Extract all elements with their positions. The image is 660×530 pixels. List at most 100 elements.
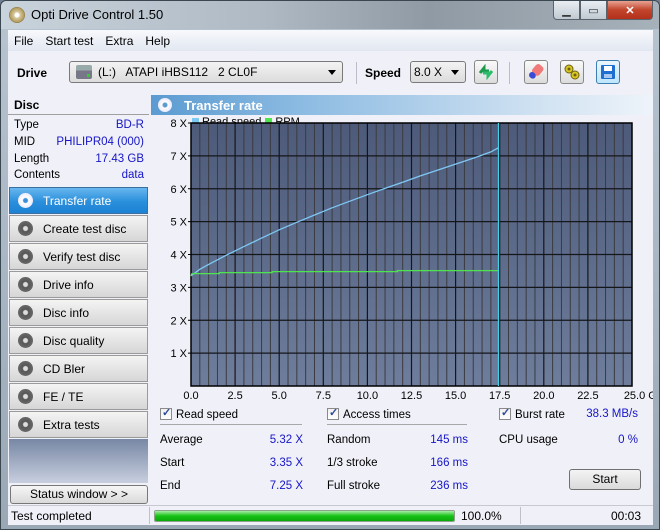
- save-button[interactable]: [596, 60, 620, 84]
- x-tick-label: 17.5: [489, 390, 510, 402]
- nav-label: Verify test disc: [43, 249, 121, 264]
- speed-select[interactable]: 8.0 X: [410, 61, 466, 83]
- burst-rate-label: Burst rate: [515, 409, 565, 421]
- maximize-icon: ▭: [588, 4, 599, 17]
- disc-type-value: BD-R: [115, 119, 144, 131]
- disc-length-label: Length: [14, 153, 50, 165]
- nav-drive-info[interactable]: Drive info: [9, 271, 148, 298]
- stat-row: Average 5.32 X: [160, 434, 303, 446]
- y-tick-label: 3 X: [170, 282, 187, 294]
- burst-rate-checkbox[interactable]: [499, 406, 511, 420]
- nav-label: Disc quality: [43, 333, 105, 348]
- progress-bar: [154, 510, 455, 522]
- stat-row: Full stroke 236 ms: [327, 480, 468, 492]
- nav-transfer-rate[interactable]: Transfer rate: [9, 187, 148, 214]
- nav-extra-tests[interactable]: Extra tests: [9, 411, 148, 438]
- erase-button[interactable]: [524, 60, 548, 84]
- status-bar: Test completed 100.0% 00:03: [8, 505, 653, 525]
- end-label: End: [160, 480, 181, 492]
- toolbar: Drive (L:) ATAPI iHBS112 2 CL0F Speed 8.…: [8, 52, 653, 94]
- drive-info-icon: [18, 277, 33, 292]
- disc-info-row: MID PHILIPR04 (000): [14, 136, 144, 152]
- disc-type-label: Type: [14, 119, 39, 131]
- menu-help[interactable]: Help: [139, 34, 176, 48]
- y-tick-label: 2 X: [170, 315, 187, 327]
- random-label: Random: [327, 434, 371, 446]
- cd-bler-icon: [18, 361, 33, 376]
- x-tick-label: 15.0: [445, 390, 466, 402]
- nav-cd-bler[interactable]: CD Bler: [9, 355, 148, 382]
- cpu-usage-value: 0 %: [618, 434, 638, 446]
- read-speed-checkbox[interactable]: [160, 406, 172, 420]
- status-divider: [149, 507, 150, 524]
- status-divider: [520, 507, 521, 524]
- disc-length-value: 17.43 GB: [95, 153, 144, 165]
- minimize-icon: ▁: [562, 4, 571, 17]
- disc-info-row: Type BD-R: [14, 119, 144, 135]
- menu-bar: File Start test Extra Help: [8, 30, 653, 51]
- save-icon: [601, 65, 615, 79]
- full-stroke-value: 236 ms: [430, 480, 468, 492]
- divider: [160, 424, 302, 425]
- speed-label: Speed: [365, 66, 402, 80]
- divider: [327, 424, 467, 425]
- start-button[interactable]: Start: [569, 469, 641, 490]
- menu-start-test[interactable]: Start test: [39, 34, 99, 48]
- panel-title: Transfer rate: [184, 97, 263, 113]
- elapsed-time: 00:03: [611, 509, 642, 523]
- chevron-down-icon: [451, 69, 459, 75]
- drive-label: Drive: [17, 66, 48, 80]
- minimize-button[interactable]: ▁: [553, 1, 580, 20]
- menu-extra[interactable]: Extra: [99, 34, 139, 48]
- cpu-usage-label: CPU usage: [499, 434, 558, 446]
- average-label: Average: [160, 434, 203, 446]
- y-tick-label: 8 X: [170, 118, 187, 130]
- burst-rate-checkbox-row[interactable]: Burst rate: [499, 406, 565, 421]
- access-times-checkbox-row[interactable]: Access times: [327, 406, 411, 421]
- y-tick-label: 5 X: [170, 217, 187, 229]
- burst-rate-row: Burst rate 38.3 MB/s: [499, 406, 638, 421]
- disc-info-row: Contents data: [14, 169, 144, 185]
- eraser-icon: [529, 64, 544, 79]
- nav-label: FE / TE: [43, 389, 84, 404]
- burst-rate-value: 38.3 MB/s: [586, 408, 638, 420]
- maximize-button[interactable]: ▭: [580, 1, 607, 20]
- access-times-checkbox[interactable]: [327, 406, 339, 420]
- status-window-button[interactable]: Status window > >: [10, 485, 148, 504]
- nav-disc-info[interactable]: Disc info: [9, 299, 148, 326]
- stat-row: Start 3.35 X: [160, 457, 303, 469]
- nav-label: Create test disc: [43, 221, 127, 236]
- nav-disc-quality[interactable]: Disc quality: [9, 327, 148, 354]
- options-button[interactable]: [560, 60, 584, 84]
- x-tick-label: 10.0: [357, 390, 378, 402]
- app-disc-icon: [9, 7, 25, 23]
- toolbar-divider: [356, 62, 357, 84]
- nav-label: Drive info: [43, 277, 94, 292]
- close-button[interactable]: ✕: [607, 1, 653, 20]
- refresh-button[interactable]: [474, 60, 498, 84]
- y-tick-label: 4 X: [170, 250, 187, 262]
- status-text: Test completed: [11, 509, 92, 523]
- main-panel: Transfer rate Read speed RPM 1 X2 X3 X4 …: [151, 95, 653, 503]
- disc-info-row: Length 17.43 GB: [14, 153, 144, 169]
- nav-create-test-disc[interactable]: Create test disc: [9, 215, 148, 242]
- nav-verify-test-disc[interactable]: Verify test disc: [9, 243, 148, 270]
- stat-row: End 7.25 X: [160, 480, 303, 492]
- app-window: Opti Drive Control 1.50 ▁ ▭ ✕ File Start…: [0, 0, 660, 530]
- extra-tests-icon: [18, 417, 33, 432]
- disc-heading: Disc: [8, 95, 149, 115]
- nav-fe-te[interactable]: FE / TE: [9, 383, 148, 410]
- drive-icon: [76, 65, 92, 79]
- menu-file[interactable]: File: [8, 34, 39, 48]
- disc-contents-label: Contents: [14, 169, 61, 181]
- title-bar[interactable]: Opti Drive Control 1.50 ▁ ▭ ✕: [1, 1, 659, 29]
- y-tick-label: 1 X: [170, 348, 187, 360]
- disc-mid-value: PHILIPR04 (000): [56, 136, 144, 148]
- drive-select[interactable]: (L:) ATAPI iHBS112 2 CL0F: [69, 61, 343, 83]
- disc-info-icon: [18, 305, 33, 320]
- stat-row: 1/3 stroke 166 ms: [327, 457, 468, 469]
- read-speed-label: Read speed: [176, 409, 239, 421]
- one-third-stroke-value: 166 ms: [430, 457, 468, 469]
- read-speed-checkbox-row[interactable]: Read speed: [160, 406, 239, 421]
- nav-label: CD Bler: [43, 361, 86, 376]
